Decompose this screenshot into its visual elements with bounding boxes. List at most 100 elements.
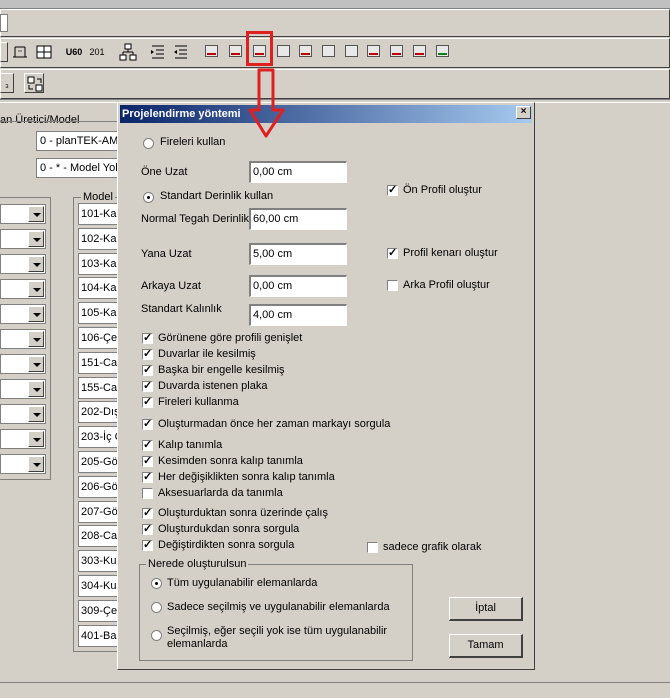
- sadece-grafik-checkbox[interactable]: [367, 542, 378, 553]
- radio-tum-uygulanabilir[interactable]: [151, 578, 162, 589]
- radio-secilmis-label-1: Seçilmiş, eğer seçili yok ise tüm uygula…: [167, 625, 388, 637]
- indent-icon[interactable]: [148, 42, 168, 62]
- radio-standart-derinlik[interactable]: [143, 192, 154, 203]
- profile-9-icon[interactable]: [387, 42, 407, 62]
- radio-fireleri-kullan[interactable]: [143, 138, 154, 149]
- chevron-down-icon[interactable]: [28, 256, 44, 272]
- model-list-item[interactable]: 208-Car: [78, 525, 120, 548]
- chevron-down-icon[interactable]: [28, 306, 44, 322]
- left-dropdown[interactable]: [0, 429, 46, 449]
- model-list-item[interactable]: 202-Dış: [78, 401, 120, 424]
- profile-10-icon[interactable]: [410, 42, 430, 62]
- model-combo[interactable]: 0 - * - Model Yok: [36, 158, 121, 178]
- option-checkbox[interactable]: [142, 379, 153, 392]
- outdent-icon[interactable]: [171, 42, 191, 62]
- model-list-item[interactable]: 102-Kap: [78, 227, 120, 250]
- profil-kenari-label: Profil kenarı oluştur: [403, 247, 498, 259]
- chevron-down-icon[interactable]: [28, 356, 44, 372]
- option-checkbox[interactable]: [142, 538, 153, 551]
- manufacturer-combo[interactable]: 0 - planTEK-AMI: [36, 131, 121, 151]
- chevron-down-icon[interactable]: [28, 406, 44, 422]
- left-dropdown[interactable]: [0, 254, 46, 274]
- arka-profil-checkbox[interactable]: [387, 280, 398, 291]
- model-list-item[interactable]: 206-Gör: [78, 475, 120, 498]
- chevron-down-icon[interactable]: [28, 281, 44, 297]
- model-list-item[interactable]: 104-Kap: [78, 277, 120, 300]
- one-uzat-field[interactable]: 0,00 cm: [249, 161, 347, 183]
- model-list-item[interactable]: 101-Kap: [78, 203, 120, 225]
- toolbar-left-fragment[interactable]: [0, 14, 8, 32]
- option-checkbox[interactable]: [142, 395, 153, 408]
- profile-2-icon[interactable]: [226, 42, 246, 62]
- dimension-icon[interactable]: [10, 42, 30, 62]
- option-checkbox[interactable]: [142, 363, 153, 376]
- model-list-item[interactable]: 205-Göv: [78, 451, 120, 473]
- option-checkbox[interactable]: [142, 470, 153, 483]
- model-list-item[interactable]: 304-Kul: [78, 575, 120, 597]
- toolbar-row-0: [0, 9, 670, 37]
- model-list-item[interactable]: 103-Kap: [78, 252, 120, 275]
- profil-kenari-checkbox[interactable]: [387, 246, 398, 259]
- model-list-item[interactable]: 151-Car: [78, 351, 120, 374]
- profile-11-icon[interactable]: [433, 42, 453, 62]
- yana-uzat-field[interactable]: 5,00 cm: [249, 243, 347, 265]
- model-list-item[interactable]: 203-İç C: [78, 426, 120, 449]
- chevron-down-icon[interactable]: [28, 456, 44, 472]
- model-list-item[interactable]: 106-Çek: [78, 327, 120, 349]
- profile-8-icon[interactable]: [364, 42, 384, 62]
- profile-6-icon[interactable]: [319, 42, 339, 62]
- model-list-item[interactable]: 207-Gör: [78, 500, 120, 523]
- left-dropdown[interactable]: [0, 279, 46, 299]
- option-checkbox[interactable]: [142, 331, 153, 344]
- model-list-item[interactable]: 309-Çek: [78, 599, 120, 622]
- left-dropdown[interactable]: [0, 404, 46, 424]
- close-button[interactable]: ×: [516, 106, 531, 119]
- title-strip: [0, 0, 670, 9]
- tamam-button[interactable]: Tamam: [449, 634, 523, 658]
- option-checkbox[interactable]: [142, 417, 153, 430]
- left-dropdown[interactable]: [0, 354, 46, 374]
- standart-kalinlik-field[interactable]: 4,00 cm: [249, 304, 347, 326]
- left-dropdown[interactable]: [0, 204, 46, 224]
- model-list-item[interactable]: 303-Kul: [78, 550, 120, 573]
- radio-sadece-label: Sadece seçilmiş ve uygulanabilir elemanl…: [167, 601, 390, 613]
- option-checkbox[interactable]: [142, 347, 153, 360]
- 201-button[interactable]: 201: [86, 42, 108, 62]
- left-dropdown[interactable]: [0, 329, 46, 349]
- profile-7-icon[interactable]: [342, 42, 362, 62]
- left-edge-icon[interactable]: [0, 42, 8, 62]
- option-checkbox[interactable]: [142, 488, 153, 499]
- profile-5-icon[interactable]: [296, 42, 316, 62]
- left-dropdown[interactable]: [0, 229, 46, 249]
- tree-icon[interactable]: [118, 42, 138, 62]
- iptal-button[interactable]: İptal: [449, 597, 523, 621]
- profile-1-icon[interactable]: [202, 42, 222, 62]
- profile-4-icon[interactable]: [274, 42, 294, 62]
- option-checkbox[interactable]: [142, 506, 153, 519]
- chevron-down-icon[interactable]: [28, 431, 44, 447]
- chevron-down-icon[interactable]: [28, 231, 44, 247]
- chevron-down-icon[interactable]: [28, 381, 44, 397]
- left-dropdown[interactable]: [0, 379, 46, 399]
- option-checkbox[interactable]: [142, 454, 153, 467]
- model-list-item[interactable]: 401-Baz: [78, 624, 120, 647]
- option-checkbox[interactable]: [142, 438, 153, 451]
- radio-fireleri-label: Fireleri kullan: [160, 136, 226, 148]
- option-checkbox[interactable]: [142, 522, 153, 535]
- subscript-icon[interactable]: ₃: [0, 73, 14, 93]
- on-profil-checkbox[interactable]: [387, 183, 398, 196]
- swap-icon[interactable]: [24, 73, 44, 93]
- left-dropdown[interactable]: [0, 454, 46, 474]
- arkaya-uzat-field[interactable]: 0,00 cm: [249, 275, 347, 297]
- left-dropdown[interactable]: [0, 304, 46, 324]
- u60-button[interactable]: U60: [63, 42, 85, 62]
- model-list-item[interactable]: 155-Car: [78, 376, 120, 399]
- chevron-down-icon[interactable]: [28, 206, 44, 222]
- toolbar-row-2: [0, 69, 670, 99]
- model-list-item[interactable]: 105-Kap: [78, 302, 120, 325]
- radio-sadece-secilmis[interactable]: [151, 602, 162, 613]
- normal-tegah-field[interactable]: 60,00 cm: [249, 208, 347, 230]
- row-icon[interactable]: [34, 42, 54, 62]
- radio-secilmis-eger[interactable]: [151, 630, 162, 641]
- chevron-down-icon[interactable]: [28, 331, 44, 347]
